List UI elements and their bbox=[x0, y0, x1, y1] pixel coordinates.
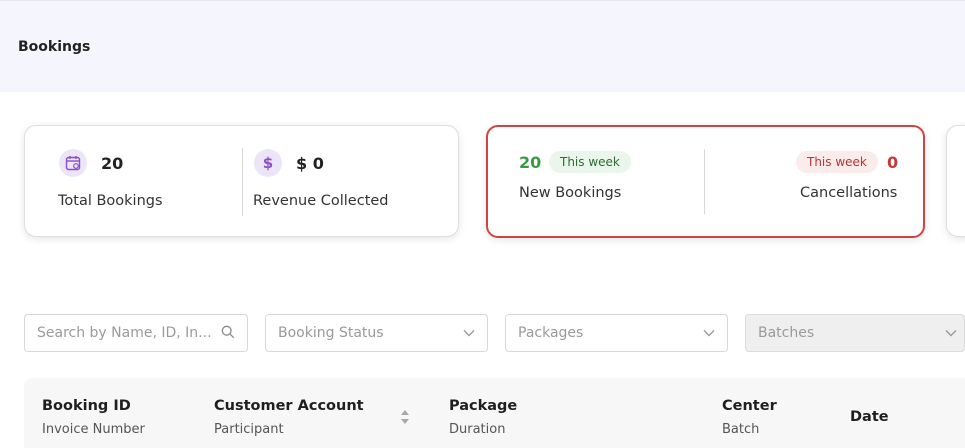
summary-card-partial bbox=[946, 125, 965, 237]
batches-select[interactable]: Batches bbox=[745, 314, 965, 352]
column-subheader-invoice-number: Invoice Number bbox=[42, 422, 145, 437]
packages-select[interactable]: Packages bbox=[505, 314, 728, 352]
page-title: Bookings bbox=[18, 39, 91, 55]
search-icon[interactable] bbox=[221, 325, 235, 339]
dollar-icon: $ bbox=[254, 149, 282, 177]
page-header: Bookings bbox=[0, 0, 965, 92]
column-header-package[interactable]: Package bbox=[449, 398, 517, 414]
column-header-center[interactable]: Center bbox=[722, 398, 777, 414]
revenue-value: $ 0 bbox=[296, 154, 324, 173]
summary-card-bookings-revenue: 20 Total Bookings $ $ 0 Revenue Collecte… bbox=[24, 125, 459, 237]
booking-status-select[interactable]: Booking Status bbox=[265, 314, 488, 352]
new-bookings-label: New Bookings bbox=[519, 185, 622, 201]
total-bookings-value: 20 bbox=[101, 154, 124, 173]
column-header-booking-id[interactable]: Booking ID bbox=[42, 398, 131, 414]
revenue-label: Revenue Collected bbox=[253, 193, 389, 209]
chevron-down-icon bbox=[703, 330, 715, 337]
sort-icon[interactable] bbox=[400, 408, 410, 426]
column-header-customer-account[interactable]: Customer Account bbox=[214, 398, 364, 414]
booking-status-placeholder: Booking Status bbox=[278, 325, 384, 341]
card-divider bbox=[242, 148, 243, 216]
cancellations-value: 0 bbox=[887, 153, 899, 172]
chevron-down-icon bbox=[945, 330, 957, 337]
column-subheader-duration: Duration bbox=[449, 422, 506, 437]
calendar-icon bbox=[59, 149, 87, 177]
chevron-down-icon bbox=[463, 330, 475, 337]
column-subheader-batch: Batch bbox=[722, 422, 760, 437]
column-header-date[interactable]: Date bbox=[850, 409, 889, 425]
total-bookings-label: Total Bookings bbox=[58, 193, 163, 209]
packages-placeholder: Packages bbox=[518, 325, 584, 341]
batches-placeholder: Batches bbox=[758, 325, 815, 341]
summary-card-weekly: 20 This week New Bookings This week 0 Ca… bbox=[486, 125, 925, 238]
search-input[interactable] bbox=[25, 315, 247, 351]
cancellations-label: Cancellations bbox=[800, 185, 898, 201]
card-divider bbox=[704, 149, 705, 214]
column-subheader-participant: Participant bbox=[214, 422, 284, 437]
cancellations-period-badge: This week bbox=[796, 151, 878, 173]
new-bookings-period-badge: This week bbox=[549, 151, 631, 173]
search-field[interactable] bbox=[24, 314, 248, 352]
new-bookings-value: 20 bbox=[519, 153, 542, 172]
